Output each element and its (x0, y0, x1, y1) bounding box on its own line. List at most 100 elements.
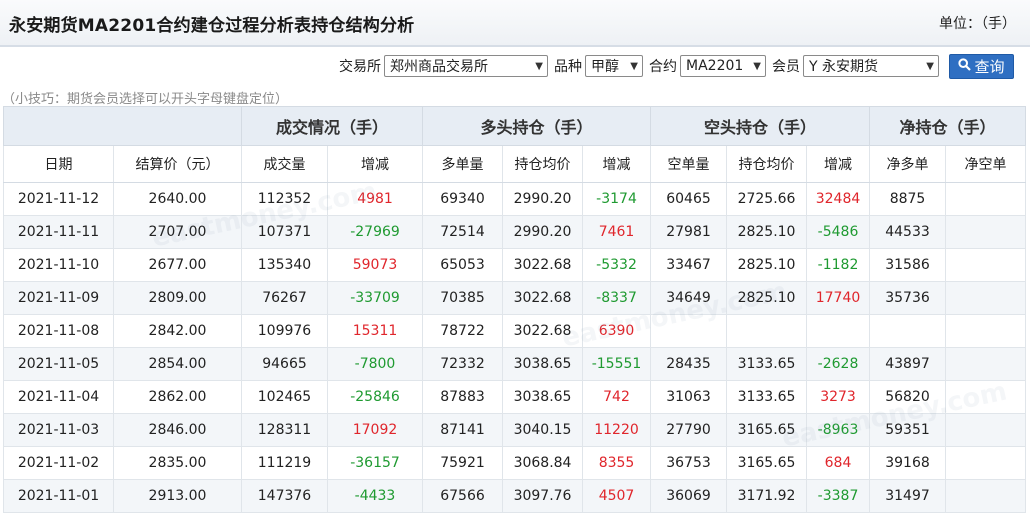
table-cell: 87141 (422, 413, 504, 447)
table-cell: 32484 (806, 182, 871, 216)
contract-select[interactable]: MA2201 ▼ (680, 55, 766, 77)
table-cell: 742 (582, 380, 652, 414)
query-button-label: 查询 (974, 57, 1005, 76)
table-cell: 128311 (241, 413, 328, 447)
contract-label: 合约 (649, 59, 677, 75)
chevron-down-icon: ▼ (753, 60, 761, 72)
chevron-down-icon: ▼ (926, 60, 934, 72)
table-cell (869, 314, 947, 348)
table-cell (945, 347, 1027, 381)
column-header: 结算价（元） (113, 145, 242, 183)
table-cell: -5486 (806, 215, 871, 249)
table-row: 2021-11-08 2842.00 109976 15311 78722 3022.68… (3, 314, 1027, 348)
column-header: 净空单 (945, 145, 1027, 183)
group-header-long: 多头持仓（手） (422, 106, 652, 146)
table-cell: 684 (806, 446, 871, 480)
table-cell: 4507 (582, 479, 652, 513)
table-cell: 43897 (869, 347, 947, 381)
group-header-empty (3, 106, 242, 146)
table-cell (945, 215, 1027, 249)
table-cell: 3133.65 (726, 380, 808, 414)
table-cell: -7800 (326, 347, 424, 381)
table-cell: 2021-11-04 (3, 380, 114, 414)
table-cell: 3038.65 (502, 380, 584, 414)
column-header: 成交量 (241, 145, 328, 183)
table-cell (945, 413, 1027, 447)
table-cell: 2707.00 (113, 215, 242, 249)
table-cell: 8355 (582, 446, 652, 480)
table-cell: 111219 (241, 446, 328, 480)
table-cell: 17740 (806, 281, 871, 315)
table-cell: -2628 (806, 347, 871, 381)
title-bar: 永安期货MA2201合约建仓过程分析表持仓结构分析 单位：（手） (0, 0, 1030, 47)
table-row: 2021-11-11 2707.00 107371 -27969 72514 2990.2… (3, 215, 1027, 249)
column-header: 增减 (582, 145, 652, 183)
table-cell: 7461 (582, 215, 652, 249)
table-cell (945, 314, 1027, 348)
table-cell: 59073 (326, 248, 424, 282)
group-header-row: 成交情况（手） 多头持仓（手） 空头持仓（手） 净持仓（手） (3, 106, 1027, 146)
member-select[interactable]: Y 永安期货 ▼ (803, 55, 939, 77)
table-cell: 60465 (650, 182, 728, 216)
exchange-select[interactable]: 郑州商品交易所 ▼ (384, 55, 548, 77)
tip-text: （小技巧：期货会员选择可以开头字母键盘定位） (2, 92, 289, 107)
table-cell: 65053 (422, 248, 504, 282)
table-cell: 2021-11-12 (3, 182, 114, 216)
table-cell: 56820 (869, 380, 947, 414)
table-cell (726, 314, 808, 348)
member-label: 会员 (772, 59, 800, 75)
table-cell: 36069 (650, 479, 728, 513)
table-cell: 27981 (650, 215, 728, 249)
variety-select-value: 甲醇 (591, 59, 619, 75)
variety-select[interactable]: 甲醇 ▼ (585, 55, 643, 77)
table-cell: 78722 (422, 314, 504, 348)
table-cell: 2021-11-10 (3, 248, 114, 282)
table-cell: 33467 (650, 248, 728, 282)
table-cell: 8875 (869, 182, 947, 216)
table-row: 2021-11-02 2835.00 111219 -36157 75921 3068.8… (3, 446, 1027, 480)
table-cell: 3022.68 (502, 281, 584, 315)
table-cell: 87883 (422, 380, 504, 414)
table-cell: 3022.68 (502, 314, 584, 348)
member-select-value: Y 永安期货 (809, 59, 879, 75)
query-button[interactable]: 查询 (949, 53, 1014, 79)
table-cell: -8963 (806, 413, 871, 447)
table-cell: 2825.10 (726, 215, 808, 249)
table-cell: 2021-11-01 (3, 479, 114, 513)
table-cell: 107371 (241, 215, 328, 249)
table-cell: 72332 (422, 347, 504, 381)
group-header-net: 净持仓（手） (869, 106, 1027, 146)
table-cell: 75921 (422, 446, 504, 480)
table-cell: -15551 (582, 347, 652, 381)
table-cell: 59351 (869, 413, 947, 447)
table-cell: -8337 (582, 281, 652, 315)
column-header: 空单量 (650, 145, 728, 183)
column-header-row: 日期 结算价（元） 成交量 增减 多单量 持仓均价 增减 空单量 持仓均价 增减 净多单 净空单 (3, 145, 1027, 183)
exchange-label: 交易所 (339, 59, 381, 75)
table-cell: 2640.00 (113, 182, 242, 216)
table-cell (945, 446, 1027, 480)
chevron-down-icon: ▼ (630, 60, 638, 72)
table-cell (945, 248, 1027, 282)
group-header-short: 空头持仓（手） (650, 106, 871, 146)
table-cell: 102465 (241, 380, 328, 414)
column-header: 净多单 (869, 145, 947, 183)
table-cell: 27790 (650, 413, 728, 447)
table-cell: 94665 (241, 347, 328, 381)
column-header: 持仓均价 (502, 145, 584, 183)
table-cell: 3133.65 (726, 347, 808, 381)
table-cell: 2835.00 (113, 446, 242, 480)
table-cell: 6390 (582, 314, 652, 348)
variety-label: 品种 (554, 59, 582, 75)
table-cell: 3171.92 (726, 479, 808, 513)
table-cell: 69340 (422, 182, 504, 216)
table-cell: 76267 (241, 281, 328, 315)
table-cell: 3165.65 (726, 446, 808, 480)
unit-label: 单位：（手） (939, 16, 1016, 32)
column-header: 多单量 (422, 145, 504, 183)
search-icon (958, 57, 972, 75)
table-cell: 2725.66 (726, 182, 808, 216)
table-cell (945, 479, 1027, 513)
table-cell: 112352 (241, 182, 328, 216)
contract-select-value: MA2201 (686, 58, 744, 74)
